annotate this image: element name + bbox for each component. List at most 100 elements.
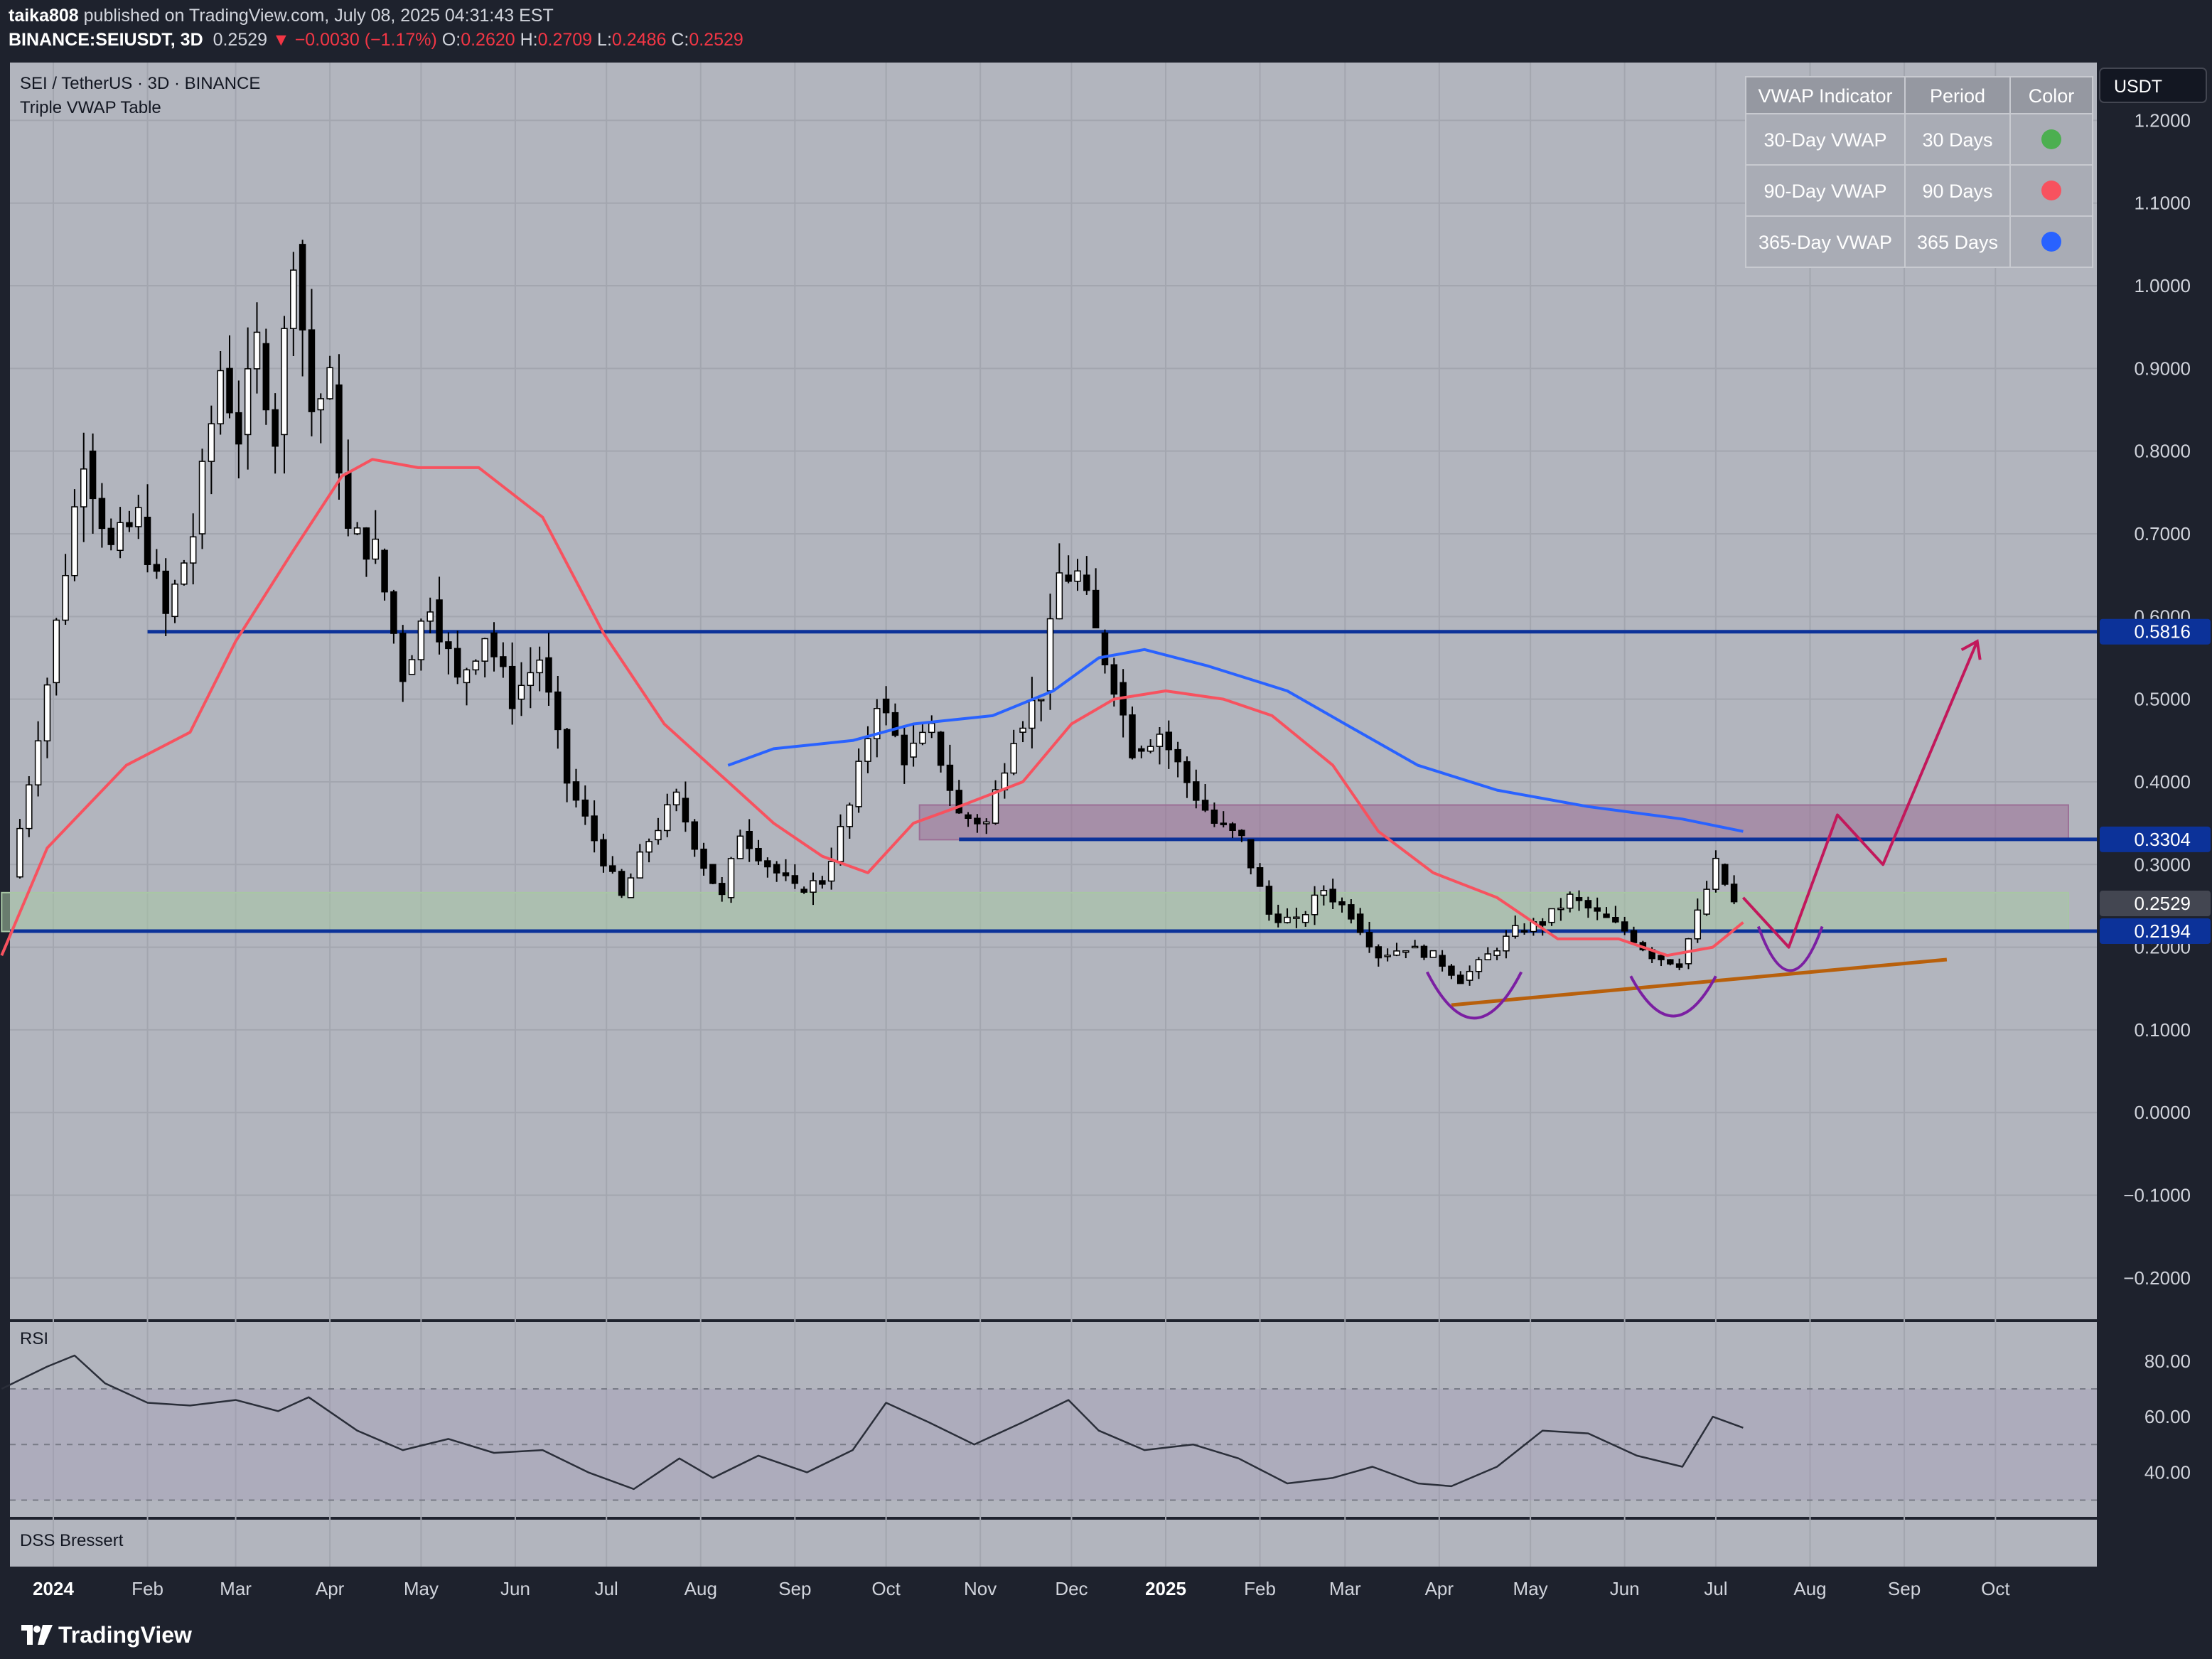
candle[interactable] — [1630, 930, 1638, 943]
candle[interactable] — [1730, 884, 1738, 903]
candle[interactable] — [1301, 914, 1309, 923]
candle[interactable] — [43, 684, 51, 742]
candle[interactable] — [1402, 950, 1410, 953]
candle[interactable] — [773, 864, 780, 874]
candle[interactable] — [117, 522, 124, 552]
tradingview-logo[interactable]: TradingView — [21, 1622, 192, 1648]
candle[interactable] — [253, 331, 261, 370]
candle[interactable] — [1457, 975, 1464, 984]
candle[interactable] — [1210, 809, 1218, 824]
symbol-label[interactable]: BINANCE:SEIUSDT, 3D — [9, 30, 203, 50]
candle[interactable] — [481, 638, 488, 662]
symbol-title[interactable]: SEI / TetherUS · 3D · BINANCE — [20, 74, 260, 94]
candle[interactable] — [453, 648, 461, 678]
candle[interactable] — [144, 516, 151, 565]
candle[interactable] — [1594, 907, 1601, 912]
candle[interactable] — [1566, 893, 1574, 909]
candle[interactable] — [281, 328, 288, 436]
candle[interactable] — [1256, 867, 1264, 887]
candle[interactable] — [490, 632, 498, 657]
candle[interactable] — [1065, 574, 1072, 582]
candle[interactable] — [1101, 632, 1109, 665]
candle[interactable] — [436, 599, 443, 643]
candle[interactable] — [581, 799, 589, 817]
candle[interactable] — [1147, 746, 1154, 752]
candle[interactable] — [181, 562, 188, 585]
dss-title[interactable]: DSS Bressert — [20, 1531, 123, 1551]
candle[interactable] — [417, 621, 425, 660]
candle[interactable] — [1575, 897, 1583, 901]
candle[interactable] — [718, 883, 726, 896]
candle[interactable] — [709, 864, 716, 884]
candle[interactable] — [1393, 950, 1400, 956]
candle[interactable] — [1183, 761, 1191, 783]
candle[interactable] — [308, 329, 316, 412]
candle[interactable] — [1129, 714, 1136, 758]
candle[interactable] — [426, 611, 434, 622]
candle[interactable] — [472, 660, 480, 671]
candle[interactable] — [782, 872, 790, 876]
candle[interactable] — [672, 791, 680, 806]
candle[interactable] — [1511, 925, 1519, 937]
candle[interactable] — [600, 839, 607, 866]
candle[interactable] — [126, 522, 133, 527]
candle[interactable] — [819, 880, 826, 885]
candle[interactable] — [162, 570, 169, 614]
candle[interactable] — [1722, 864, 1729, 885]
candle[interactable] — [1411, 945, 1419, 949]
indicator-title[interactable]: Triple VWAP Table — [20, 98, 161, 118]
candle[interactable] — [1083, 574, 1090, 591]
candle[interactable] — [727, 858, 735, 898]
candle[interactable] — [536, 659, 543, 674]
candle[interactable] — [1675, 963, 1683, 968]
candle[interactable] — [746, 830, 753, 849]
candle[interactable] — [965, 814, 972, 820]
candle[interactable] — [1548, 908, 1555, 923]
candle[interactable] — [946, 764, 954, 791]
candle[interactable] — [901, 734, 908, 766]
candle[interactable] — [71, 506, 78, 576]
candle[interactable] — [244, 368, 252, 436]
candle[interactable] — [1603, 913, 1610, 918]
candle[interactable] — [1539, 921, 1546, 926]
candle[interactable] — [791, 875, 799, 884]
candle[interactable] — [864, 738, 871, 762]
candle[interactable] — [655, 830, 662, 841]
dss-pane[interactable] — [10, 1520, 2097, 1567]
candle[interactable] — [290, 269, 297, 329]
candle[interactable] — [1029, 699, 1036, 729]
candle[interactable] — [80, 468, 87, 508]
candle[interactable] — [1056, 572, 1063, 620]
candle[interactable] — [618, 871, 626, 896]
candle[interactable] — [1229, 823, 1236, 832]
candle[interactable] — [554, 691, 562, 731]
candle[interactable] — [1694, 909, 1702, 940]
candle[interactable] — [235, 412, 242, 445]
candle[interactable] — [1284, 916, 1291, 923]
candle[interactable] — [1584, 900, 1592, 908]
candle[interactable] — [1356, 913, 1364, 933]
candle[interactable] — [1484, 953, 1492, 960]
candle[interactable] — [62, 574, 69, 621]
candle[interactable] — [1612, 917, 1619, 923]
candle[interactable] — [891, 712, 899, 736]
author-name[interactable]: taika808 — [9, 6, 79, 26]
candle[interactable] — [445, 641, 452, 650]
candle[interactable] — [810, 880, 817, 893]
candle[interactable] — [390, 591, 397, 634]
candle[interactable] — [1429, 950, 1437, 958]
candle[interactable] — [1439, 955, 1446, 967]
candle[interactable] — [463, 669, 471, 684]
candle[interactable] — [53, 619, 60, 684]
candle[interactable] — [919, 731, 926, 744]
candle[interactable] — [1621, 921, 1628, 932]
candle[interactable] — [609, 865, 616, 872]
candle[interactable] — [326, 367, 333, 399]
candle[interactable] — [399, 633, 407, 682]
candle[interactable] — [627, 877, 635, 898]
candle[interactable] — [1074, 570, 1081, 582]
candle[interactable] — [1201, 800, 1209, 811]
candle[interactable] — [153, 564, 161, 572]
candle[interactable] — [937, 731, 945, 766]
candle[interactable] — [1274, 913, 1282, 923]
